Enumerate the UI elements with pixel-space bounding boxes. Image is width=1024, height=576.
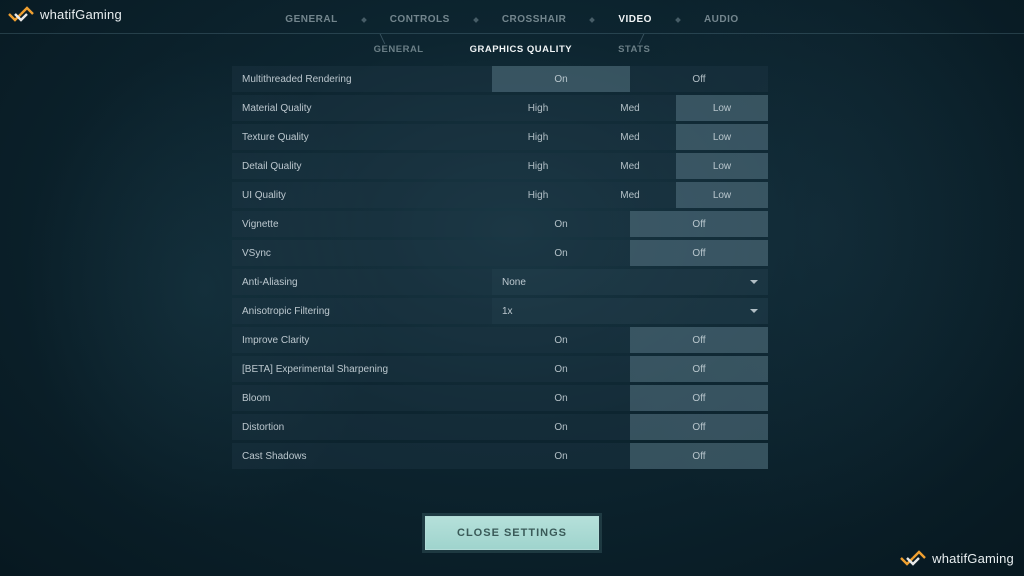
setting-label: Multithreaded Rendering	[232, 74, 492, 85]
setting-options: OnOff	[492, 443, 768, 469]
setting-options: OnOff	[492, 385, 768, 411]
detail-quality-option-med[interactable]: Med	[584, 153, 676, 179]
top-tab-controls[interactable]: CONTROLS	[390, 14, 450, 33]
setting-row-vsync: VSyncOnOff	[232, 240, 768, 266]
detail-quality-option-high[interactable]: High	[492, 153, 584, 179]
vignette-option-off[interactable]: Off	[630, 211, 768, 237]
setting-options: OnOff	[492, 356, 768, 382]
setting-row-cast-shadows: Cast ShadowsOnOff	[232, 443, 768, 469]
setting-row-vignette: VignetteOnOff	[232, 211, 768, 237]
setting-label: Cast Shadows	[232, 451, 492, 462]
setting-row-bloom: BloomOnOff	[232, 385, 768, 411]
setting-row-material-quality: Material QualityHighMedLow	[232, 95, 768, 121]
anti-aliasing-dropdown[interactable]: None	[492, 269, 768, 295]
beta-experimental-sharpening-option-off[interactable]: Off	[630, 356, 768, 382]
sub-nav: GENERAL GRAPHICS QUALITY STATS	[0, 34, 1024, 64]
setting-label: Detail Quality	[232, 161, 492, 172]
top-tab-video[interactable]: VIDEO	[618, 14, 652, 33]
setting-label: Distortion	[232, 422, 492, 433]
setting-row-distortion: DistortionOnOff	[232, 414, 768, 440]
setting-options: OnOff	[492, 211, 768, 237]
setting-options: HighMedLow	[492, 124, 768, 150]
vsync-option-on[interactable]: On	[492, 240, 630, 266]
dropdown-value: None	[502, 277, 526, 288]
cast-shadows-option-on[interactable]: On	[492, 443, 630, 469]
setting-options: OnOff	[492, 327, 768, 353]
bloom-option-on[interactable]: On	[492, 385, 630, 411]
close-settings-button[interactable]: CLOSE SETTINGS	[425, 516, 599, 550]
setting-label: [BETA] Experimental Sharpening	[232, 364, 492, 375]
setting-row-improve-clarity: Improve ClarityOnOff	[232, 327, 768, 353]
nav-separator-icon	[361, 17, 367, 23]
top-tab-audio[interactable]: AUDIO	[704, 14, 739, 33]
detail-quality-option-low[interactable]: Low	[676, 153, 768, 179]
ui-quality-option-high[interactable]: High	[492, 182, 584, 208]
multithreaded-rendering-option-off[interactable]: Off	[630, 66, 768, 92]
beta-experimental-sharpening-option-on[interactable]: On	[492, 356, 630, 382]
setting-label: Bloom	[232, 393, 492, 404]
improve-clarity-option-off[interactable]: Off	[630, 327, 768, 353]
setting-options: HighMedLow	[492, 153, 768, 179]
setting-options: OnOff	[492, 414, 768, 440]
setting-row-ui-quality: UI QualityHighMedLow	[232, 182, 768, 208]
setting-label: Anti-Aliasing	[232, 277, 492, 288]
setting-row-anisotropic-filtering: Anisotropic Filtering 1x	[232, 298, 768, 324]
brand-logo-icon	[8, 4, 34, 24]
brand-logo-text: whatifGaming	[40, 7, 122, 22]
multithreaded-rendering-option-on[interactable]: On	[492, 66, 630, 92]
chevron-down-icon	[750, 309, 758, 313]
setting-label: Material Quality	[232, 103, 492, 114]
vsync-option-off[interactable]: Off	[630, 240, 768, 266]
nav-separator-icon	[675, 17, 681, 23]
setting-row-multithreaded-rendering: Multithreaded RenderingOnOff	[232, 66, 768, 92]
sub-tab-graphics-quality[interactable]: GRAPHICS QUALITY	[470, 44, 572, 55]
setting-label: Vignette	[232, 219, 492, 230]
setting-options: HighMedLow	[492, 182, 768, 208]
brand-logo-icon	[900, 548, 926, 568]
brand-logo-top: whatifGaming	[8, 4, 122, 24]
anisotropic-filtering-dropdown[interactable]: 1x	[492, 298, 768, 324]
top-nav: GENERAL CONTROLS CROSSHAIR VIDEO AUDIO	[0, 0, 1024, 34]
setting-row-detail-quality: Detail QualityHighMedLow	[232, 153, 768, 179]
setting-label: Anisotropic Filtering	[232, 306, 492, 317]
material-quality-option-high[interactable]: High	[492, 95, 584, 121]
material-quality-option-med[interactable]: Med	[584, 95, 676, 121]
setting-label: VSync	[232, 248, 492, 259]
top-tab-general[interactable]: GENERAL	[285, 14, 337, 33]
top-tab-crosshair[interactable]: CROSSHAIR	[502, 14, 567, 33]
ui-quality-option-med[interactable]: Med	[584, 182, 676, 208]
setting-options: HighMedLow	[492, 95, 768, 121]
texture-quality-option-low[interactable]: Low	[676, 124, 768, 150]
nav-separator-icon	[589, 17, 595, 23]
sub-tab-general[interactable]: GENERAL	[374, 44, 424, 55]
dropdown-value: 1x	[502, 306, 513, 317]
settings-panel: Multithreaded RenderingOnOffMaterial Qua…	[232, 66, 768, 472]
nav-separator-icon	[473, 17, 479, 23]
improve-clarity-option-on[interactable]: On	[492, 327, 630, 353]
cast-shadows-option-off[interactable]: Off	[630, 443, 768, 469]
setting-label: Texture Quality	[232, 132, 492, 143]
setting-row-texture-quality: Texture QualityHighMedLow	[232, 124, 768, 150]
close-settings-label: CLOSE SETTINGS	[457, 527, 567, 539]
setting-label: UI Quality	[232, 190, 492, 201]
vignette-option-on[interactable]: On	[492, 211, 630, 237]
setting-row-anti-aliasing: Anti-Aliasing None	[232, 269, 768, 295]
distortion-option-on[interactable]: On	[492, 414, 630, 440]
ui-quality-option-low[interactable]: Low	[676, 182, 768, 208]
setting-options: OnOff	[492, 66, 768, 92]
material-quality-option-low[interactable]: Low	[676, 95, 768, 121]
setting-label: Improve Clarity	[232, 335, 492, 346]
sub-tab-stats[interactable]: STATS	[618, 44, 650, 55]
brand-logo-text: whatifGaming	[932, 551, 1014, 566]
bloom-option-off[interactable]: Off	[630, 385, 768, 411]
chevron-down-icon	[750, 280, 758, 284]
distortion-option-off[interactable]: Off	[630, 414, 768, 440]
brand-logo-bottom: whatifGaming	[900, 548, 1014, 568]
setting-options: OnOff	[492, 240, 768, 266]
texture-quality-option-high[interactable]: High	[492, 124, 584, 150]
setting-row-beta-experimental-sharpening: [BETA] Experimental SharpeningOnOff	[232, 356, 768, 382]
texture-quality-option-med[interactable]: Med	[584, 124, 676, 150]
